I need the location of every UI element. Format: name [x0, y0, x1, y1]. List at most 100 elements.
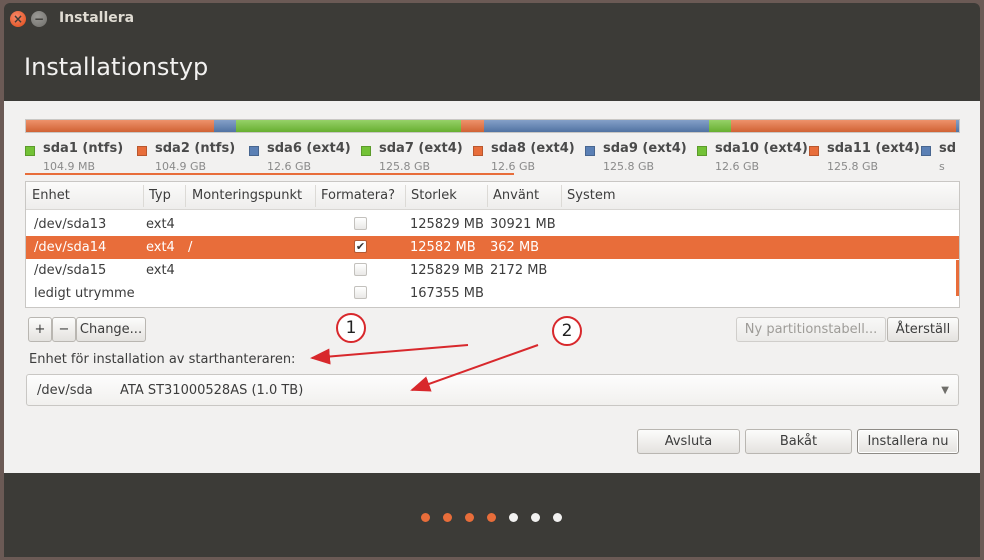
table-scrollbar[interactable]	[956, 260, 959, 296]
partition-legend: sda1 (ntfs) 104.9 MB sda2 (ntfs) 104.9 GB sd…	[25, 141, 960, 175]
progress-step-dot	[465, 513, 474, 522]
dropdown-arrow-icon: ▼	[941, 385, 949, 396]
format-checkbox[interactable]	[354, 217, 367, 230]
progress-footer	[4, 473, 980, 557]
partition-bar-segment	[956, 120, 959, 132]
table-header: Enhet Typ Monteringspunkt Formatera? Sto…	[26, 182, 959, 210]
column-header-type[interactable]: Typ	[149, 188, 171, 203]
legend-partition-name: sd	[939, 141, 957, 156]
progress-step-dot	[531, 513, 540, 522]
remove-partition-button[interactable]: −	[52, 317, 76, 342]
annotation-callout-1: 1	[336, 313, 366, 343]
partition-bar	[25, 119, 960, 133]
revert-button[interactable]: Återställ	[887, 317, 959, 342]
progress-step-dot	[421, 513, 430, 522]
legend-partition-size: 104.9 MB	[43, 160, 96, 173]
column-header-size[interactable]: Storlek	[411, 188, 457, 203]
progress-step-dot	[443, 513, 452, 522]
legend-partition-size: 12.6 GB	[715, 160, 760, 173]
legend-partition-size: 12.6 GB	[491, 160, 536, 173]
cell-used: 2172 MB	[490, 263, 548, 278]
change-partition-button[interactable]: Change...	[76, 317, 146, 342]
progress-step-dot	[509, 513, 518, 522]
minimize-icon[interactable]: −	[31, 11, 47, 27]
bootloader-device-select[interactable]: /dev/sda ATA ST31000528AS (1.0 TB) ▼	[26, 374, 959, 406]
new-partition-table-button[interactable]: Ny partitionstabell...	[736, 317, 886, 342]
cell-type: ext4	[146, 240, 175, 255]
progress-step-dot	[487, 513, 496, 522]
legend-partition-name: sda9 (ext4)	[603, 141, 687, 156]
column-header-format[interactable]: Formatera?	[321, 188, 395, 203]
bootloader-device-description: ATA ST31000528AS (1.0 TB)	[120, 383, 304, 398]
cell-size: 125829 MB	[410, 263, 484, 278]
legend-partition-name: sda8 (ext4)	[491, 141, 575, 156]
installer-window: × − Installera Installationstyp sda1 (nt…	[4, 3, 980, 557]
legend-swatch	[137, 146, 147, 156]
column-header-mount[interactable]: Monteringspunkt	[192, 188, 302, 203]
cell-type: ext4	[146, 263, 175, 278]
legend-partition-name: sda11 (ext4)	[827, 141, 920, 156]
table-row[interactable]: /dev/sda13 ext4 125829 MB 30921 MB	[26, 213, 959, 236]
legend-scroll-indicator	[25, 173, 514, 175]
cell-device: /dev/sda14	[34, 240, 107, 255]
quit-button[interactable]: Avsluta	[637, 429, 740, 454]
legend-swatch	[25, 146, 35, 156]
column-header-used[interactable]: Använt	[493, 188, 539, 203]
cell-size: 12582 MB	[410, 240, 476, 255]
legend-partition-size: 12.6 GB	[267, 160, 312, 173]
legend-partition-name: sda1 (ntfs)	[43, 141, 124, 156]
legend-partition-size: 125.8 GB	[827, 160, 879, 173]
legend-swatch	[921, 146, 931, 156]
legend-swatch	[473, 146, 483, 156]
legend-swatch	[249, 146, 259, 156]
partition-bar-segment	[731, 120, 957, 132]
legend-partition-name: sda6 (ext4)	[267, 141, 351, 156]
format-checkbox[interactable]: ✔	[354, 240, 367, 253]
partition-bar-segment	[461, 120, 484, 132]
page-title: Installationstyp	[24, 53, 209, 81]
progress-step-dot	[553, 513, 562, 522]
legend-swatch	[585, 146, 595, 156]
legend-swatch	[697, 146, 707, 156]
column-header-system[interactable]: System	[567, 188, 615, 203]
table-row[interactable]: ledigt utrymme 167355 MB	[26, 282, 959, 305]
title-bar: × − Installera	[4, 3, 980, 33]
annotation-callout-2: 2	[552, 316, 582, 346]
partition-bar-segment	[213, 120, 237, 132]
legend-swatch	[809, 146, 819, 156]
cell-device: ledigt utrymme	[34, 286, 135, 301]
partition-table[interactable]: Enhet Typ Monteringspunkt Formatera? Sto…	[25, 181, 960, 308]
legend-partition-name: sda7 (ext4)	[379, 141, 463, 156]
main-content: sda1 (ntfs) 104.9 MB sda2 (ntfs) 104.9 GB sd…	[4, 101, 980, 473]
column-header-device[interactable]: Enhet	[32, 188, 70, 203]
legend-partition-name: sda10 (ext4)	[715, 141, 808, 156]
close-icon[interactable]: ×	[10, 11, 26, 27]
window-title: Installera	[59, 10, 135, 26]
legend-partition-size: s	[939, 160, 945, 173]
legend-partition-name: sda2 (ntfs)	[155, 141, 236, 156]
legend-swatch	[361, 146, 371, 156]
legend-partition-size: 125.8 GB	[603, 160, 655, 173]
cell-size: 125829 MB	[410, 217, 484, 232]
cell-device: /dev/sda13	[34, 217, 107, 232]
cell-mount: /	[188, 240, 193, 255]
partition-bar-segment	[26, 120, 214, 132]
back-button[interactable]: Bakåt	[745, 429, 852, 454]
format-checkbox[interactable]	[354, 263, 367, 276]
format-checkbox[interactable]	[354, 286, 367, 299]
partition-bar-segment	[708, 120, 732, 132]
bootloader-label: Enhet för installation av starthanterare…	[29, 352, 296, 367]
cell-size: 167355 MB	[410, 286, 484, 301]
add-partition-button[interactable]: +	[28, 317, 52, 342]
partition-bar-segment	[236, 120, 462, 132]
legend-partition-size: 104.9 GB	[155, 160, 207, 173]
install-now-button[interactable]: Installera nu	[857, 429, 959, 454]
cell-type: ext4	[146, 217, 175, 232]
legend-partition-size: 125.8 GB	[379, 160, 431, 173]
table-row[interactable]: /dev/sda15 ext4 125829 MB 2172 MB	[26, 259, 959, 282]
cell-used: 30921 MB	[490, 217, 556, 232]
bootloader-device: /dev/sda	[37, 383, 93, 398]
table-row-selected[interactable]: /dev/sda14 ext4 / ✔ 12582 MB 362 MB	[26, 236, 959, 259]
partition-bar-segment	[483, 120, 709, 132]
cell-used: 362 MB	[490, 240, 540, 255]
